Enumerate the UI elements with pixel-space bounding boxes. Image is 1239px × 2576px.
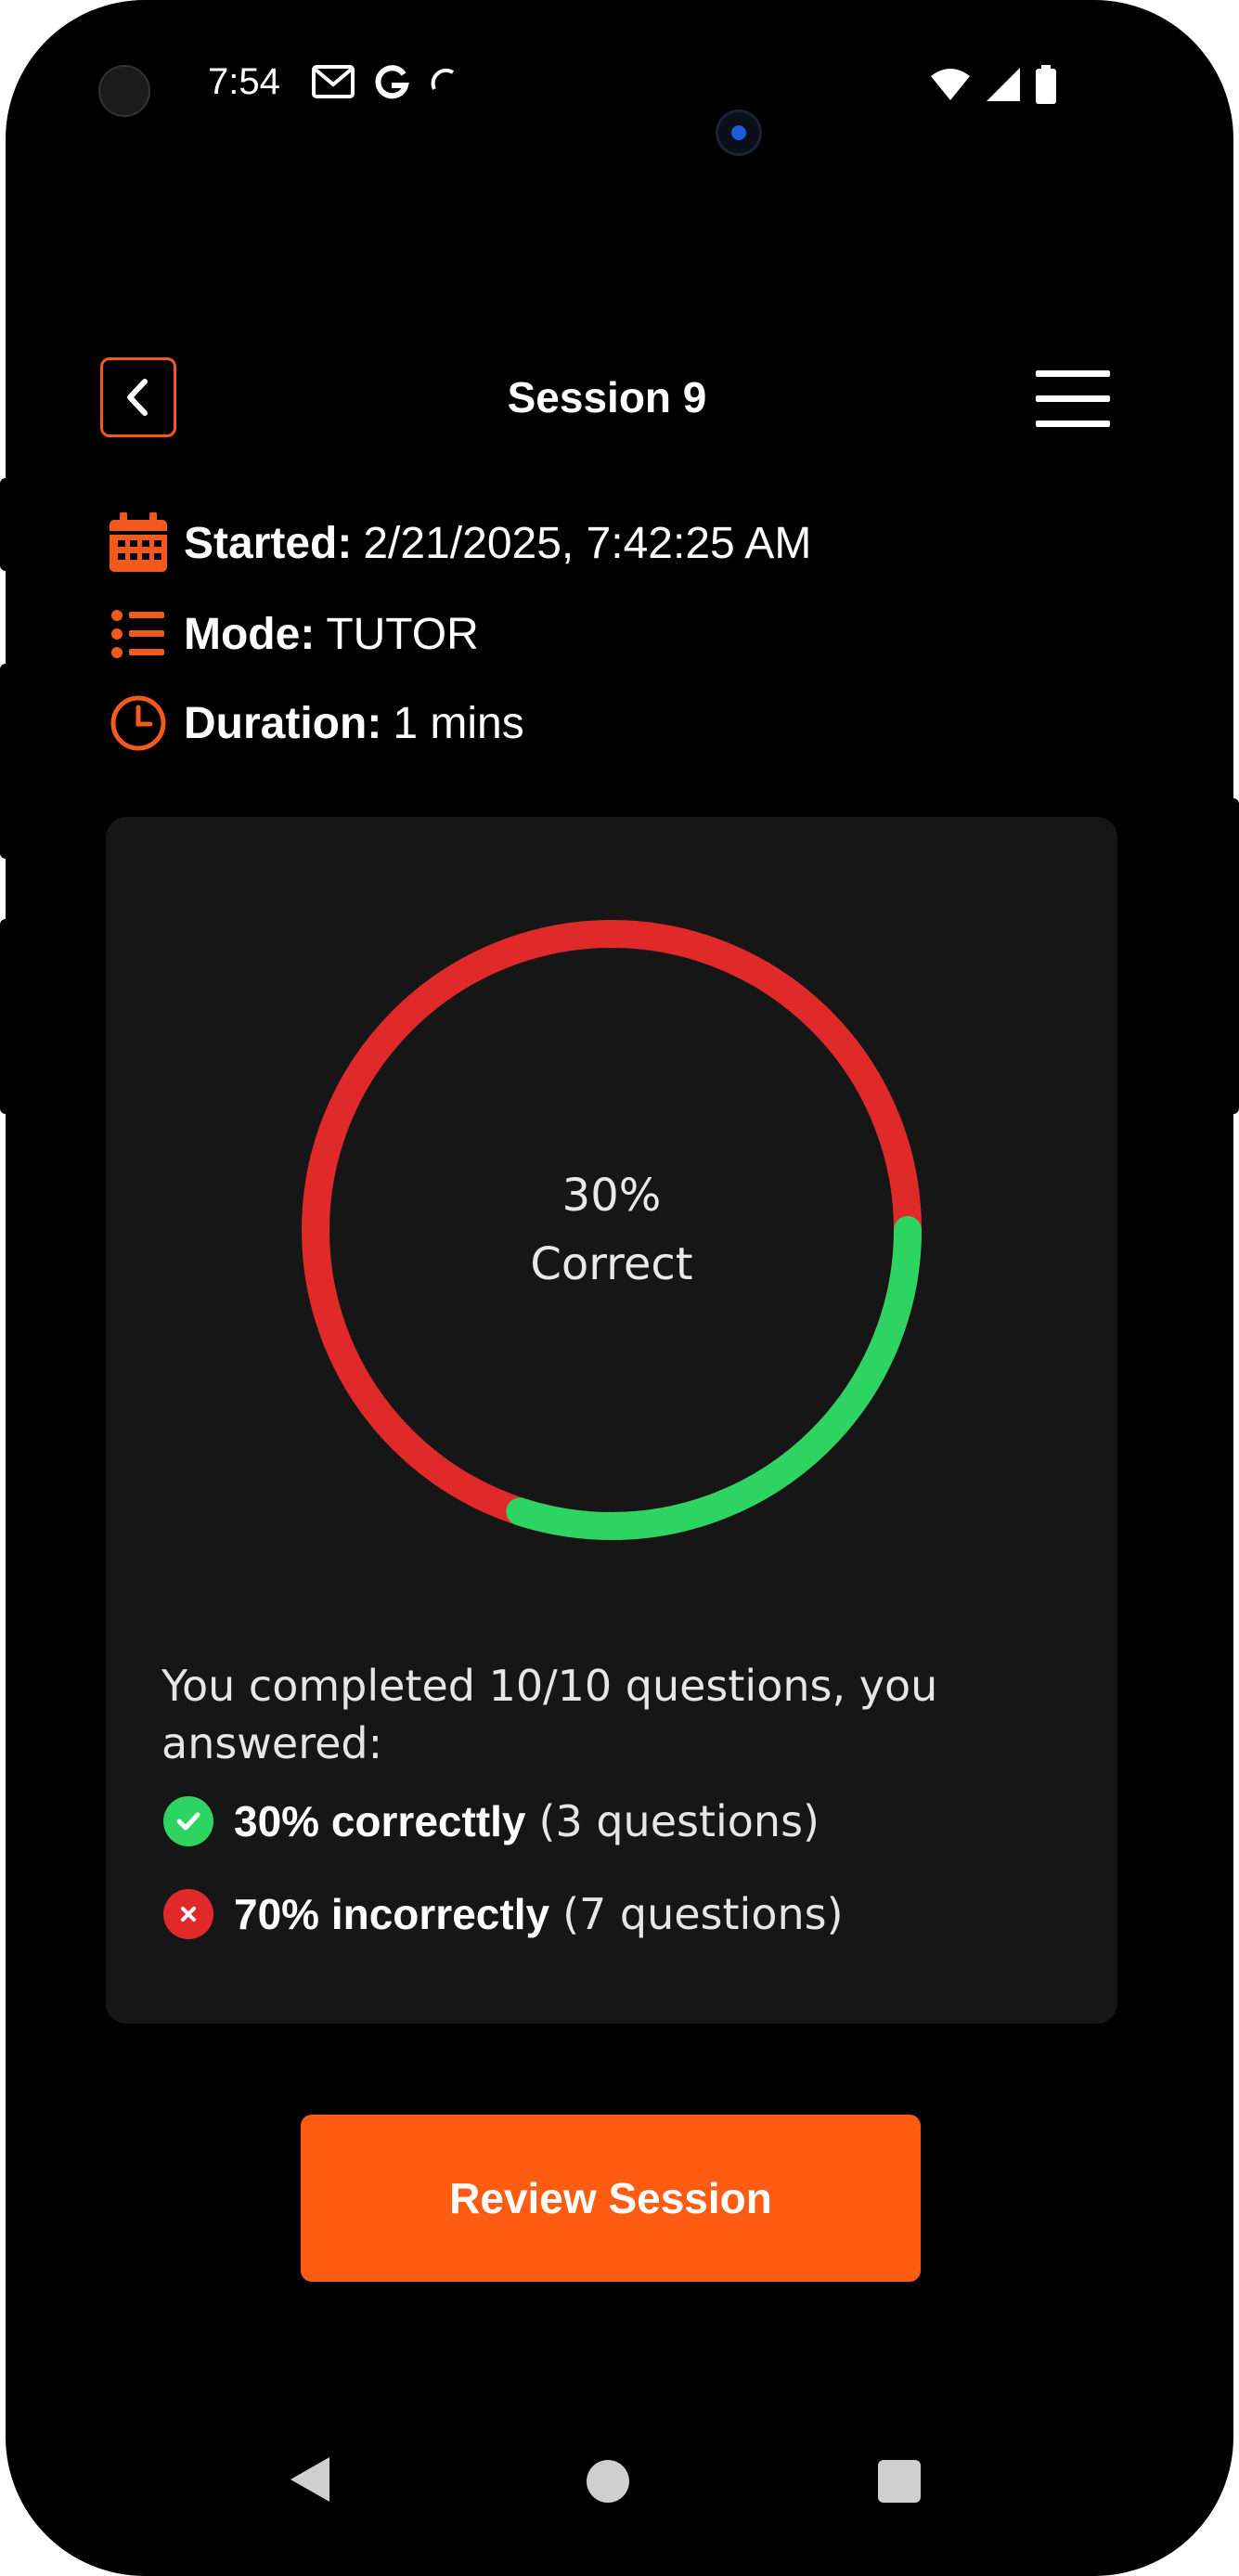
status-notification-icons — [312, 63, 462, 100]
menu-bar — [1036, 421, 1110, 427]
page-title: Session 9 — [507, 373, 707, 421]
meta-started: Started: 2/21/2025, 7:42:25 AM — [106, 506, 811, 580]
google-icon — [375, 65, 409, 99]
correct-detail: (3 questions) — [538, 1796, 820, 1846]
meta-duration: Duration: 1 mins — [106, 686, 524, 760]
x-circle-icon — [163, 1889, 213, 1939]
results-card: 30% Correct You completed 10/10 question… — [106, 817, 1117, 2024]
nav-back-icon[interactable] — [289, 2455, 331, 2504]
system-nav-bar — [6, 2432, 1233, 2534]
score-label: Correct — [530, 1238, 693, 1290]
check-circle-icon — [163, 1796, 213, 1846]
incorrect-percent: 70% incorrectly — [234, 1890, 550, 1938]
clock-icon — [106, 691, 171, 756]
incorrect-detail: (7 questions) — [562, 1889, 844, 1939]
status-bar: 7:54 — [6, 56, 1233, 130]
status-system-icons — [929, 65, 1057, 104]
mode-label: Mode: — [184, 609, 316, 659]
volume-button — [0, 664, 13, 859]
correct-result-row: 30% correcttly (3 questions) — [163, 1789, 820, 1854]
review-session-button[interactable]: Review Session — [301, 2115, 921, 2282]
menu-bar — [1036, 370, 1110, 377]
power-button — [1226, 798, 1239, 1114]
hamburger-menu-button[interactable] — [1036, 370, 1114, 430]
gmail-icon — [312, 65, 355, 98]
correct-percent: 30% correcttly — [234, 1797, 526, 1845]
nav-recents-icon[interactable] — [878, 2460, 921, 2503]
calendar-icon — [106, 511, 171, 576]
header: Session 9 — [6, 357, 1233, 441]
wifi-icon — [931, 69, 970, 100]
mode-value: TUTOR — [326, 609, 479, 659]
score-ring: 30% Correct — [301, 919, 923, 1541]
started-value: 2/21/2025, 7:42:25 AM — [363, 518, 812, 568]
score-center: 30% Correct — [301, 919, 923, 1541]
volume-button — [0, 478, 13, 571]
meta-mode: Mode: TUTOR — [106, 597, 479, 671]
duration-label: Duration: — [184, 698, 382, 748]
sync-icon — [431, 68, 455, 90]
status-time: 7:54 — [208, 61, 280, 102]
volume-button — [0, 919, 13, 1114]
signal-icon — [987, 68, 1020, 101]
list-icon — [106, 602, 171, 667]
duration-value: 1 mins — [393, 698, 524, 748]
summary-text: You completed 10/10 questions, you answe… — [161, 1661, 938, 1768]
incorrect-result-row: 70% incorrectly (7 questions) — [163, 1882, 844, 1947]
menu-bar — [1036, 395, 1110, 402]
phone-frame: 7:54 Session 9 Started: 2/21/2025, 7:42:… — [6, 0, 1233, 2576]
score-percent: 30% — [561, 1170, 662, 1222]
nav-home-icon[interactable] — [587, 2460, 629, 2503]
started-label: Started: — [184, 518, 353, 568]
battery-icon — [1036, 65, 1056, 104]
